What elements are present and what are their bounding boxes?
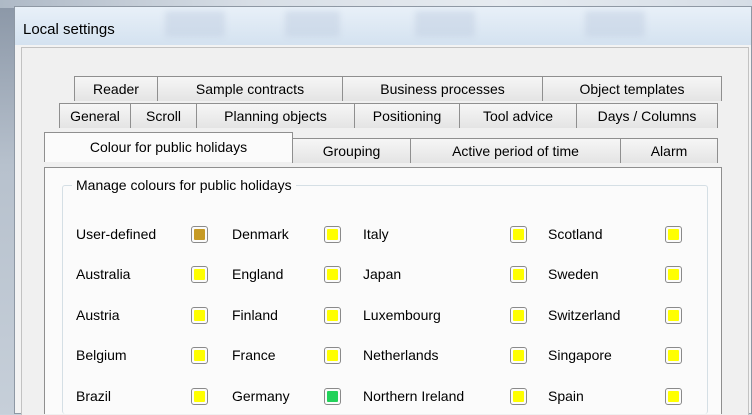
- holiday-label-japan: Japan: [363, 266, 402, 282]
- colour-swatch-scotland[interactable]: [665, 226, 682, 243]
- colour-swatch-fill: [513, 391, 524, 402]
- colour-swatch-fill: [668, 269, 679, 280]
- colour-swatch-fill: [194, 229, 205, 240]
- colour-swatch-fill: [327, 310, 338, 321]
- colour-swatch-sweden[interactable]: [665, 266, 682, 283]
- holiday-label-france: France: [232, 347, 276, 363]
- colour-swatch-northern-ireland[interactable]: [510, 388, 527, 405]
- title-bar[interactable]: Local settings: [15, 7, 751, 45]
- colour-swatch-fill: [668, 350, 679, 361]
- tab-reader[interactable]: Reader: [74, 76, 158, 101]
- holiday-label-netherlands: Netherlands: [363, 347, 439, 363]
- colour-swatch-france[interactable]: [324, 347, 341, 364]
- colour-swatch-luxembourg[interactable]: [510, 307, 527, 324]
- tab-object-templates[interactable]: Object templates: [542, 76, 722, 101]
- colour-swatch-fill: [668, 391, 679, 402]
- colour-swatch-fill: [194, 310, 205, 321]
- title-bar-reflection: [285, 11, 340, 37]
- colour-swatch-brazil[interactable]: [191, 388, 208, 405]
- tab-colour-for-public-holidays[interactable]: Colour for public holidays: [44, 132, 293, 162]
- holiday-label-italy: Italy: [363, 226, 389, 242]
- tab-alarm[interactable]: Alarm: [620, 138, 718, 163]
- holiday-label-finland: Finland: [232, 307, 278, 323]
- holiday-label-spain: Spain: [548, 388, 584, 404]
- colour-swatch-italy[interactable]: [510, 226, 527, 243]
- colour-swatch-switzerland[interactable]: [665, 307, 682, 324]
- colour-swatch-fill: [513, 310, 524, 321]
- holiday-label-luxembourg: Luxembourg: [363, 307, 441, 323]
- colour-swatch-fill: [194, 269, 205, 280]
- holiday-label-england: England: [232, 266, 284, 282]
- colour-swatch-fill: [668, 310, 679, 321]
- group-title: Manage colours for public holidays: [72, 177, 296, 193]
- tab-business-processes[interactable]: Business processes: [342, 76, 543, 101]
- holiday-label-brazil: Brazil: [76, 388, 112, 404]
- tab-planning-objects[interactable]: Planning objects: [196, 103, 355, 128]
- colour-swatch-germany[interactable]: [324, 388, 341, 405]
- holiday-label-sweden: Sweden: [548, 266, 599, 282]
- holiday-colours-group: [62, 185, 708, 414]
- colour-swatch-australia[interactable]: [191, 266, 208, 283]
- colour-swatch-finland[interactable]: [324, 307, 341, 324]
- tab-tool-advice[interactable]: Tool advice: [459, 103, 577, 128]
- holiday-label-denmark: Denmark: [232, 226, 289, 242]
- tab-grouping[interactable]: Grouping: [292, 138, 411, 163]
- colour-swatch-singapore[interactable]: [665, 347, 682, 364]
- colour-swatch-fill: [513, 229, 524, 240]
- holiday-label-australia: Australia: [76, 266, 131, 282]
- colour-swatch-fill: [327, 391, 338, 402]
- tab-active-period-of-time[interactable]: Active period of time: [410, 138, 621, 163]
- background-window: [0, 0, 14, 414]
- colour-swatch-fill: [668, 229, 679, 240]
- title-bar-reflection: [585, 11, 645, 37]
- colour-swatch-austria[interactable]: [191, 307, 208, 324]
- holiday-label-germany: Germany: [232, 388, 290, 404]
- holiday-label-singapore: Singapore: [548, 347, 612, 363]
- colour-swatch-fill: [513, 350, 524, 361]
- colour-swatch-denmark[interactable]: [324, 226, 341, 243]
- colour-swatch-spain[interactable]: [665, 388, 682, 405]
- holiday-label-switzerland: Switzerland: [548, 307, 621, 323]
- tab-sample-contracts[interactable]: Sample contracts: [157, 76, 343, 101]
- window-title: Local settings: [23, 21, 115, 38]
- colour-swatch-fill: [327, 229, 338, 240]
- colour-swatch-user-defined[interactable]: [191, 226, 208, 243]
- tab-positioning[interactable]: Positioning: [354, 103, 460, 128]
- title-bar-reflection: [415, 11, 475, 37]
- colour-swatch-fill: [327, 350, 338, 361]
- colour-swatch-netherlands[interactable]: [510, 347, 527, 364]
- colour-swatch-fill: [513, 269, 524, 280]
- colour-swatch-japan[interactable]: [510, 266, 527, 283]
- holiday-label-scotland: Scotland: [548, 226, 603, 242]
- tab-scroll[interactable]: Scroll: [130, 103, 197, 128]
- tab-days-columns[interactable]: Days / Columns: [576, 103, 718, 128]
- colour-swatch-belgium[interactable]: [191, 347, 208, 364]
- colour-swatch-fill: [194, 391, 205, 402]
- holiday-label-user-defined: User-defined: [76, 226, 157, 242]
- holiday-label-austria: Austria: [76, 307, 120, 323]
- colour-swatch-england[interactable]: [324, 266, 341, 283]
- holiday-label-northern-ireland: Northern Ireland: [363, 388, 465, 404]
- holiday-label-belgium: Belgium: [76, 347, 127, 363]
- tab-general[interactable]: General: [59, 103, 131, 128]
- colour-swatch-fill: [194, 350, 205, 361]
- colour-swatch-fill: [327, 269, 338, 280]
- title-bar-reflection: [165, 11, 225, 37]
